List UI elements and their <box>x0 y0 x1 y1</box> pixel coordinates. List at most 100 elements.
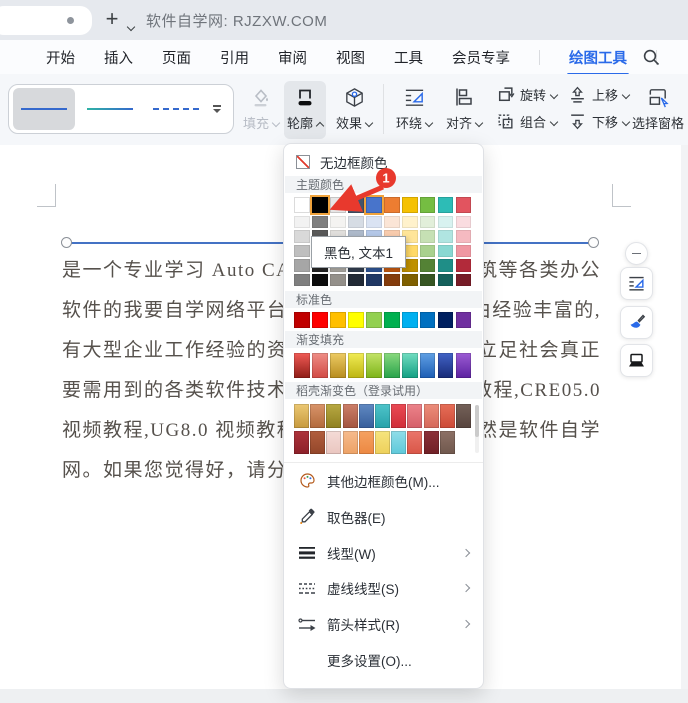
color-swatch[interactable] <box>437 353 454 379</box>
outline-button[interactable]: 轮廓 <box>284 81 326 139</box>
color-swatch[interactable] <box>365 273 382 287</box>
color-swatch[interactable] <box>383 273 400 287</box>
color-swatch[interactable] <box>311 273 328 287</box>
color-swatch[interactable] <box>419 244 436 258</box>
effect-button[interactable]: 效果 <box>332 81 376 139</box>
send-backward-button[interactable]: 下移 <box>568 112 631 131</box>
float-wrap-button[interactable] <box>620 267 653 300</box>
color-swatch[interactable] <box>358 430 374 455</box>
color-swatch[interactable] <box>437 244 454 258</box>
color-swatch[interactable] <box>374 430 390 455</box>
menu-tab-8[interactable]: 会员专享 <box>452 47 510 68</box>
color-swatch[interactable] <box>347 353 364 379</box>
color-swatch[interactable] <box>391 430 407 455</box>
dropdown-menu-item-6[interactable]: 更多设置(O)... <box>284 642 483 678</box>
bring-forward-button[interactable]: 上移 <box>568 85 631 104</box>
color-swatch[interactable] <box>311 353 328 379</box>
color-swatch[interactable] <box>329 353 346 379</box>
color-swatch[interactable] <box>358 404 374 428</box>
color-swatch[interactable] <box>455 230 472 243</box>
color-swatch[interactable] <box>294 273 310 287</box>
color-swatch[interactable] <box>407 404 423 428</box>
float-reader-mode-button[interactable] <box>620 344 653 377</box>
color-swatch[interactable] <box>383 353 400 379</box>
color-swatch[interactable] <box>342 430 358 455</box>
menu-tab-6[interactable]: 视图 <box>336 47 365 68</box>
color-swatch[interactable] <box>347 312 364 329</box>
docer-scrollbar[interactable] <box>475 405 479 454</box>
color-swatch[interactable] <box>439 404 455 428</box>
color-swatch[interactable] <box>329 273 346 287</box>
color-swatch[interactable] <box>294 230 310 243</box>
color-swatch[interactable] <box>401 197 418 213</box>
gallery-more-button[interactable] <box>209 88 225 130</box>
color-swatch[interactable] <box>437 259 454 272</box>
color-swatch[interactable] <box>401 215 418 228</box>
menu-tab-5[interactable]: 审阅 <box>278 47 307 68</box>
color-swatch[interactable] <box>342 404 358 428</box>
align-button[interactable]: 对齐 <box>441 81 487 139</box>
line-style-preset-dashed[interactable] <box>145 88 207 130</box>
color-swatch[interactable] <box>437 197 454 213</box>
shape-handle-left[interactable] <box>61 237 72 248</box>
color-swatch[interactable] <box>401 273 418 287</box>
color-swatch[interactable] <box>326 430 342 455</box>
color-swatch[interactable] <box>419 312 436 329</box>
wrap-button[interactable]: 环绕 <box>391 81 437 139</box>
color-swatch[interactable] <box>326 404 342 428</box>
menu-tab-2[interactable]: 插入 <box>104 47 133 68</box>
color-swatch[interactable] <box>365 353 382 379</box>
color-swatch[interactable] <box>455 273 472 287</box>
color-swatch[interactable] <box>455 353 472 379</box>
dropdown-menu-item-3[interactable]: 线型(W) <box>284 535 483 571</box>
color-swatch[interactable] <box>294 430 309 455</box>
color-swatch[interactable] <box>311 312 328 329</box>
line-style-preset-gradient[interactable] <box>79 88 141 130</box>
dropdown-menu-item-5[interactable]: 箭头样式(R) <box>284 606 483 642</box>
color-swatch[interactable] <box>455 197 472 213</box>
line-style-gallery[interactable] <box>8 84 234 134</box>
color-swatch[interactable] <box>423 404 439 428</box>
new-tab-button[interactable]: + <box>100 4 124 34</box>
selection-pane-button[interactable]: 选择窗格 <box>630 81 686 139</box>
dropdown-menu-item-4[interactable]: 虚线线型(S) <box>284 570 483 606</box>
color-swatch[interactable] <box>419 215 436 228</box>
color-swatch[interactable] <box>419 197 436 213</box>
color-swatch[interactable] <box>365 312 382 329</box>
collapse-toolbar-button[interactable] <box>625 242 648 265</box>
color-swatch[interactable] <box>310 404 326 428</box>
menu-tab-1[interactable]: 开始 <box>46 47 75 68</box>
dropdown-menu-item-1[interactable]: 其他边框颜色(M)... <box>284 463 483 499</box>
color-swatch[interactable] <box>423 430 439 455</box>
color-swatch[interactable] <box>455 404 471 428</box>
color-swatch[interactable] <box>437 273 454 287</box>
color-swatch[interactable] <box>419 273 436 287</box>
color-swatch[interactable] <box>401 353 418 379</box>
color-swatch[interactable] <box>455 259 472 272</box>
color-swatch[interactable] <box>455 244 472 258</box>
color-swatch[interactable] <box>294 215 310 228</box>
color-swatch[interactable] <box>455 312 472 329</box>
color-swatch[interactable] <box>407 430 423 455</box>
color-swatch[interactable] <box>294 312 310 329</box>
color-swatch[interactable] <box>419 353 436 379</box>
color-swatch[interactable] <box>294 353 310 379</box>
document-tab[interactable] <box>0 6 92 35</box>
shape-handle-right[interactable] <box>588 237 599 248</box>
menu-tab-9[interactable]: 绘图工具 <box>567 47 629 76</box>
color-swatch[interactable] <box>419 230 436 243</box>
window-scrollbar[interactable] <box>681 145 688 689</box>
color-swatch[interactable] <box>455 215 472 228</box>
dropdown-menu-item-2[interactable]: 取色器(E) <box>284 499 483 535</box>
tab-list-chevron-icon[interactable] <box>126 17 136 35</box>
rotate-button[interactable]: 旋转 <box>496 85 559 104</box>
color-swatch[interactable] <box>437 230 454 243</box>
color-swatch[interactable] <box>419 259 436 272</box>
color-swatch[interactable] <box>401 312 418 329</box>
search-button[interactable] <box>642 48 662 68</box>
color-swatch[interactable] <box>347 273 364 287</box>
color-swatch[interactable] <box>437 312 454 329</box>
menu-tab-7[interactable]: 工具 <box>394 47 423 68</box>
color-swatch[interactable] <box>383 312 400 329</box>
menu-tab-4[interactable]: 引用 <box>220 47 249 68</box>
